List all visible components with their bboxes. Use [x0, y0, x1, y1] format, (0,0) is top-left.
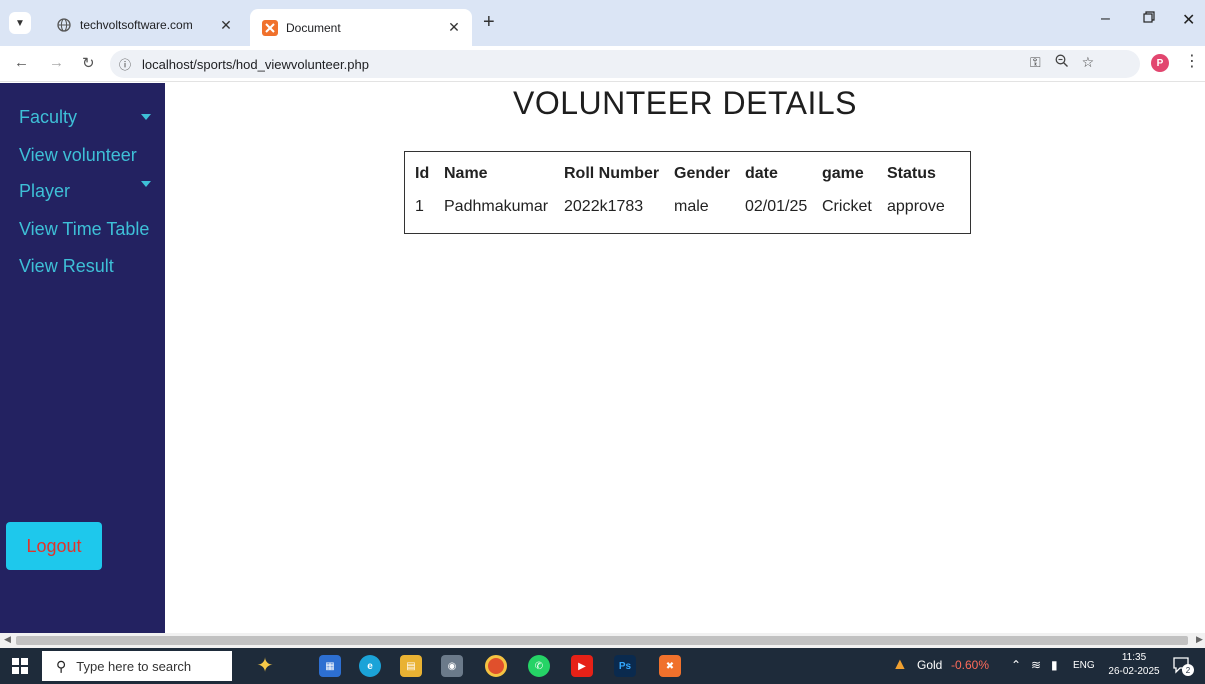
zoom-icon[interactable]	[1055, 54, 1068, 71]
minimize-icon[interactable]: –	[1101, 10, 1110, 28]
scroll-right-arrow-icon[interactable]: ▶	[1196, 634, 1203, 645]
gold-label[interactable]: Gold	[917, 658, 942, 672]
column-header-date: date	[745, 165, 778, 182]
whatsapp-icon[interactable]: ✆	[528, 655, 550, 677]
scrollbar-thumb[interactable]	[16, 636, 1188, 645]
edge-icon[interactable]: e	[359, 655, 381, 677]
new-tab-icon[interactable]: +	[483, 11, 495, 34]
password-key-icon[interactable]: ⚿	[1030, 54, 1041, 71]
tab-techvolt[interactable]: techvoltsoftware.com ✕	[44, 9, 244, 41]
notification-icon[interactable]: 2	[1172, 655, 1194, 677]
clock[interactable]: 11:35 26-02-2025	[1106, 651, 1162, 679]
volunteer-table: Id Name Roll Number Gender date game Sta…	[404, 151, 971, 234]
column-header-name: Name	[444, 165, 488, 182]
photoshop-icon[interactable]: Ps	[614, 655, 636, 677]
youtube-icon[interactable]: ▶	[571, 655, 593, 677]
omnibox-actions: ⚿ ☆	[1030, 54, 1094, 71]
store-icon[interactable]: ▦	[319, 655, 341, 677]
reload-icon[interactable]: ↻	[82, 54, 95, 72]
tab-title: Document	[286, 20, 341, 35]
browser-tab-strip: ▼ techvoltsoftware.com ✕ Document ✕ + – …	[0, 0, 1205, 46]
bookmark-star-icon[interactable]: ☆	[1082, 54, 1095, 71]
clock-date: 26-02-2025	[1108, 666, 1160, 677]
cell-status: approve	[887, 198, 945, 215]
table-row: 1 Padhmakumar 2022k1783 male 02/01/25 Cr…	[405, 188, 967, 230]
column-header-roll-number: Roll Number	[564, 165, 660, 182]
more-menu-icon[interactable]: ⋮	[1184, 51, 1200, 71]
gold-ticker-icon: ▲	[892, 656, 908, 673]
chevron-up-icon[interactable]: ⌃	[1011, 658, 1021, 672]
wifi-icon[interactable]: ≋	[1031, 658, 1041, 672]
gold-change: -0.60%	[951, 658, 990, 672]
clock-time: 11:35	[1121, 652, 1147, 663]
copilot-sparkle-icon[interactable]: ✦	[248, 654, 282, 677]
sidebar-item-view-time-table[interactable]: View Time Table	[19, 219, 149, 240]
sidebar-item-player[interactable]: Player	[19, 181, 70, 202]
back-icon[interactable]: ←	[14, 54, 29, 71]
sidebar: Faculty View volunteer Player View Time …	[0, 83, 165, 633]
camera-icon[interactable]: ◉	[441, 655, 463, 677]
close-tab-icon[interactable]: ✕	[218, 17, 234, 34]
column-header-game: game	[822, 165, 864, 182]
forward-icon[interactable]: →	[49, 54, 64, 71]
cell-date: 02/01/25	[745, 198, 808, 215]
sidebar-item-view-result[interactable]: View Result	[19, 256, 114, 277]
site-info-icon[interactable]: ⓘ	[116, 56, 134, 73]
globe-icon	[56, 17, 72, 33]
column-header-id: Id	[415, 165, 430, 182]
chrome-icon[interactable]	[485, 655, 507, 677]
cell-id: 1	[415, 198, 424, 215]
language-indicator[interactable]: ENG	[1073, 660, 1095, 671]
cell-roll-number: 2022k1783	[564, 198, 644, 215]
cell-game: Cricket	[822, 198, 872, 215]
tab-document[interactable]: Document ✕	[250, 9, 472, 46]
sidebar-item-faculty[interactable]: Faculty	[19, 107, 77, 128]
notification-count: 2	[1182, 664, 1194, 676]
url-text: localhost/sports/hod_viewvolunteer.php	[142, 56, 369, 72]
profile-avatar[interactable]: P	[1151, 54, 1169, 72]
search-icon: ⚲	[56, 657, 67, 674]
close-window-icon[interactable]: ✕	[1182, 10, 1195, 30]
battery-icon[interactable]: ▮	[1051, 658, 1058, 672]
logout-button[interactable]: Logout	[6, 522, 102, 570]
table-header-row: Id Name Roll Number Gender date game Sta…	[405, 152, 967, 188]
file-explorer-icon[interactable]: ▤	[400, 655, 422, 677]
horizontal-scrollbar[interactable]: ◀ ▶	[0, 633, 1205, 648]
chevron-down-icon: ▼	[15, 17, 25, 29]
tab-title: techvoltsoftware.com	[80, 18, 193, 32]
cell-name: Padhmakumar	[444, 198, 549, 215]
caret-down-icon[interactable]	[141, 181, 151, 187]
tab-search-button[interactable]: ▼	[9, 12, 31, 34]
close-tab-icon[interactable]: ✕	[446, 19, 462, 36]
search-placeholder: Type here to search	[76, 658, 192, 674]
restore-icon[interactable]	[1143, 10, 1155, 28]
column-header-gender: Gender	[674, 165, 731, 182]
scroll-left-arrow-icon[interactable]: ◀	[4, 634, 11, 645]
page-title: VOLUNTEER DETAILS	[513, 85, 857, 121]
xampp-icon	[262, 19, 278, 36]
navigation-bar: ← → ↻ ⓘ localhost/sports/hod_viewvolunte…	[0, 46, 1205, 82]
address-bar[interactable]: ⓘ localhost/sports/hod_viewvolunteer.php	[110, 50, 1140, 78]
web-page: Faculty View volunteer Player View Time …	[0, 83, 1205, 633]
windows-start-icon[interactable]	[12, 658, 28, 674]
taskbar-search-box[interactable]: ⚲ Type here to search	[42, 651, 232, 681]
column-header-status: Status	[887, 165, 936, 182]
sidebar-item-view-volunteer[interactable]: View volunteer	[19, 145, 137, 166]
caret-down-icon[interactable]	[141, 114, 151, 120]
cell-gender: male	[674, 198, 709, 215]
xampp-icon[interactable]: ✖	[659, 655, 681, 677]
taskbar: ⚲ Type here to search ✦ ▦ e ▤ ◉ ✆ ▶ Ps ✖…	[0, 648, 1205, 684]
